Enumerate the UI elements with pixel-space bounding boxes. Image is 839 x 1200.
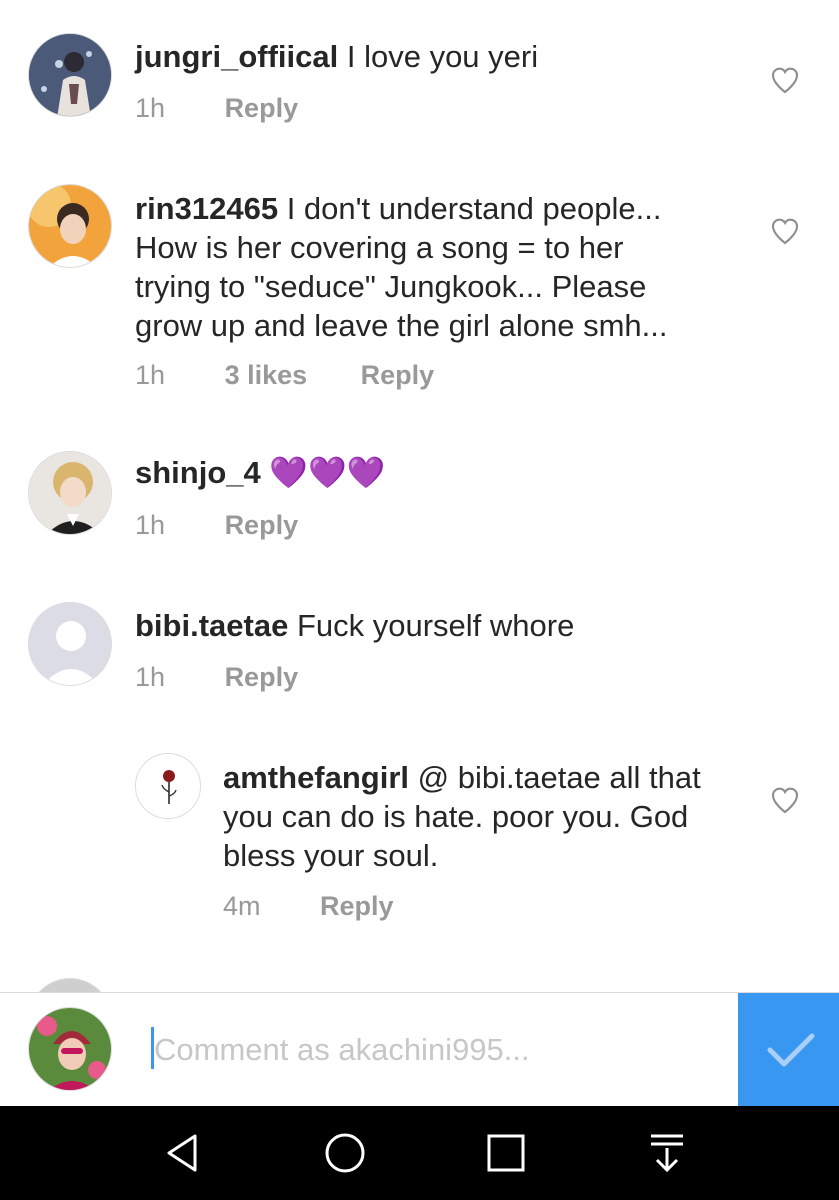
comment-input-wrapper bbox=[150, 1023, 734, 1077]
comment-text: shinjo_4 💜💜💜 bbox=[135, 453, 755, 492]
rose-avatar-image bbox=[136, 754, 200, 818]
home-icon[interactable] bbox=[322, 1130, 368, 1176]
comment-input[interactable] bbox=[150, 1023, 734, 1077]
comment-time: 1h bbox=[135, 662, 166, 692]
comment-meta: 1h Reply bbox=[135, 510, 344, 541]
comment-composer bbox=[0, 992, 839, 1107]
reply-button[interactable]: Reply bbox=[361, 360, 435, 390]
comment-meta: 1h Reply bbox=[135, 93, 344, 124]
comment-body-line: you can do is hate. poor you. God bbox=[223, 799, 689, 834]
comment-text: jungri_offiical I love you yeri bbox=[135, 37, 755, 76]
comment-meta: 1h 3 likes Reply bbox=[135, 360, 480, 391]
avatar[interactable] bbox=[135, 753, 201, 819]
comment-body-line: @ bibi.taetae all that bbox=[417, 760, 701, 795]
comment-meta: 4m Reply bbox=[223, 891, 440, 922]
username-link[interactable]: bibi.taetae bbox=[135, 608, 288, 643]
comment-body-line: I don't understand people... bbox=[286, 191, 662, 226]
avatar[interactable] bbox=[28, 184, 112, 268]
avatar-image bbox=[29, 452, 111, 534]
comment-time: 1h bbox=[135, 360, 166, 390]
comment-text: rin312465 I don't understand people... H… bbox=[135, 189, 755, 345]
back-icon[interactable] bbox=[161, 1130, 207, 1176]
post-comment-button[interactable] bbox=[738, 993, 839, 1107]
checkmark-icon bbox=[767, 1033, 815, 1067]
comment-time: 1h bbox=[135, 93, 166, 123]
avatar-image bbox=[29, 1008, 111, 1090]
comment-body: Fuck yourself whore bbox=[288, 608, 575, 643]
reply-button[interactable]: Reply bbox=[225, 662, 299, 692]
heart-outline-icon[interactable] bbox=[769, 215, 801, 247]
recents-icon[interactable] bbox=[483, 1130, 529, 1176]
comment-body: I love you yeri bbox=[338, 39, 539, 74]
username-link[interactable]: rin312465 bbox=[135, 191, 278, 226]
current-user-avatar bbox=[28, 1007, 112, 1091]
avatar-image bbox=[29, 34, 111, 116]
comment-body-line: trying to "seduce" Jungkook... Please bbox=[135, 269, 647, 304]
username-link[interactable]: amthefangirl bbox=[223, 760, 409, 795]
comment-body-line: bless your soul. bbox=[223, 838, 439, 873]
comment-body: 💜💜💜 bbox=[260, 455, 386, 490]
comment-text: bibi.taetae Fuck yourself whore bbox=[135, 606, 755, 645]
comments-list[interactable]: jungri_offiical I love you yeri 1h Reply… bbox=[0, 0, 839, 992]
heart-outline-icon[interactable] bbox=[769, 784, 801, 816]
username-link[interactable]: jungri_offiical bbox=[135, 39, 338, 74]
system-navigation-bar bbox=[0, 1106, 839, 1200]
avatar[interactable] bbox=[28, 451, 112, 535]
reply-button[interactable]: Reply bbox=[320, 891, 394, 921]
comment-time: 4m bbox=[223, 891, 261, 921]
notification-drawer-icon[interactable] bbox=[644, 1130, 690, 1176]
avatar[interactable] bbox=[28, 602, 112, 686]
username-link[interactable]: shinjo_4 bbox=[135, 455, 261, 490]
comment-text: amthefangirl @ bibi.taetae all that you … bbox=[223, 758, 763, 875]
heart-outline-icon[interactable] bbox=[769, 64, 801, 96]
avatar-image bbox=[29, 185, 111, 267]
likes-count[interactable]: 3 likes bbox=[225, 360, 308, 390]
comment-body-line: How is her covering a song = to her bbox=[135, 230, 624, 265]
reply-button[interactable]: Reply bbox=[225, 510, 299, 540]
comment-time: 1h bbox=[135, 510, 166, 540]
reply-button[interactable]: Reply bbox=[225, 93, 299, 123]
text-caret bbox=[151, 1027, 154, 1069]
comment-body-line: grow up and leave the girl alone smh... bbox=[135, 308, 668, 343]
avatar[interactable] bbox=[28, 978, 112, 992]
comment-meta: 1h Reply bbox=[135, 662, 344, 693]
default-avatar-icon bbox=[29, 603, 111, 685]
avatar[interactable] bbox=[28, 33, 112, 117]
